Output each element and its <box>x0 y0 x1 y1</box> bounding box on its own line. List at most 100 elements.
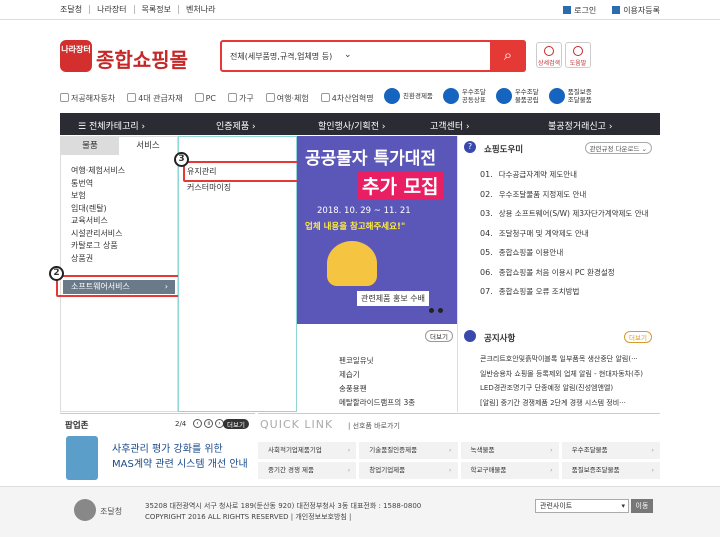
all-category-menu[interactable]: ☰ 전체카테고리 › <box>78 119 145 132</box>
quick-link-pc[interactable]: PC <box>194 93 216 104</box>
hamburger-icon: ☰ <box>78 122 87 132</box>
helper-list: 01. 다수공급자계약 제도안내 02. 우수조달물품 지정제도 안내 03. 상용 … <box>480 165 649 302</box>
logo-badge[interactable]: 나라장터 <box>60 40 92 72</box>
footer-logo-text: 조달청 <box>100 507 123 516</box>
footer: 조달청 35208 대전광역시 서구 청사로 189(둔산동 920) 대전정부… <box>0 486 720 537</box>
category-item[interactable]: 보험 <box>71 190 177 203</box>
excellent-goods-icon <box>495 88 512 104</box>
nav-certified[interactable]: 인증제품 › <box>216 119 256 132</box>
quick-link-materials[interactable]: 4대 관급자재 <box>127 93 183 104</box>
list-item[interactable]: 01. 다수공급자계약 제도안내 <box>480 165 649 185</box>
nav-customer-center[interactable]: 고객센터 › <box>430 119 470 132</box>
tab-goods[interactable]: 물품 <box>61 137 119 155</box>
category-item[interactable]: 상품권 <box>71 253 177 266</box>
list-item[interactable]: 메탈할라이드램프의 3종 <box>339 396 415 410</box>
help-button[interactable]: 도움말 <box>565 42 591 68</box>
top-link-catalog[interactable]: 목록정보 <box>133 5 178 14</box>
list-item[interactable]: 송풍용팬 <box>339 382 415 396</box>
search-category-select[interactable]: 전체(세부품명,규격,업체명 등) <box>230 51 332 62</box>
category-item[interactable]: 시설관리서비스 <box>71 228 177 241</box>
list-item[interactable]: LED경관조명기구 단종예정 알림(진성엠앤엘) <box>480 381 643 396</box>
list-item[interactable]: 펜코일유닛 <box>339 354 415 368</box>
list-item[interactable]: 07. 종합쇼핑몰 오류 조치방법 <box>480 282 649 302</box>
popup-text[interactable]: 사후관리 평가 강화를 위한 MAS계약 관련 시스템 개선 안내 <box>112 442 248 472</box>
travel-icon <box>265 93 275 102</box>
quick-link-4th-industry[interactable]: 4차산업혁명 <box>320 93 374 104</box>
category-item[interactable]: 교육서비스 <box>71 215 177 228</box>
category-item[interactable]: 여행·체험서비스 <box>71 165 177 178</box>
prev-icon[interactable]: ‹ <box>193 419 202 428</box>
cert-eco[interactable]: 친환경제품 <box>384 88 433 104</box>
list-item[interactable]: 03. 상용 소프트웨어(S/W) 제3자단가계약제도 안내 <box>480 204 649 224</box>
pause-icon[interactable]: ॥ <box>204 419 213 428</box>
category-tabs: 물품 서비스 <box>61 137 177 155</box>
quicklink-item[interactable]: 창업기업제품 <box>359 462 458 479</box>
promo-banner[interactable]: 공공물자 특가대전 추가 모집 2018. 10. 29 ~ 11. 21 업체… <box>297 136 457 324</box>
quicklink-item[interactable]: 중기간 경쟁 제품 <box>258 462 357 479</box>
quicklink-item[interactable]: 우수조달물품 <box>561 442 660 459</box>
quicklink-item[interactable]: 학교구매물품 <box>460 462 559 479</box>
popup-illustration[interactable] <box>66 436 98 480</box>
list-item[interactable]: 콘크리트호안및흙막이블록 일부품목 생산중단 알림(··· <box>480 352 643 367</box>
list-item[interactable]: [알림] 중기간 경쟁제품 2단계 경쟁 시스템 정비··· <box>480 396 643 411</box>
list-item[interactable]: 04. 조달청구매 및 계약제도 안내 <box>480 224 649 244</box>
banner-date: 2018. 10. 29 ~ 11. 21 <box>317 206 411 216</box>
category-item[interactable]: 임대(렌탈) <box>71 203 177 216</box>
quick-link-furniture[interactable]: 가구 <box>228 93 254 104</box>
list-item[interactable]: 06. 종합쇼핑몰 처음 이용시 PC 환경설정 <box>480 263 649 283</box>
category-list: 여행·체험서비스 통번역 보험 임대(렌탈) 교육서비스 시설관리서비스 카탈로… <box>61 155 177 265</box>
quicklink-item[interactable]: 품질보증조달물품 <box>561 462 660 479</box>
step-badge-3: 3 <box>174 152 189 167</box>
notice-more-button[interactable]: 더보기 <box>624 331 652 343</box>
submenu-customizing[interactable]: 커스터마이징 <box>187 182 231 193</box>
search-button[interactable]: ⌕ <box>490 40 526 72</box>
register-link[interactable]: 이용자등록 <box>612 5 660 16</box>
list-item[interactable]: 일반승용차 쇼핑몰 등록제외 업체 알림 - 현대자동차(주) <box>480 367 643 382</box>
featured-more-button[interactable]: 더보기 <box>425 330 453 342</box>
top-link-venture[interactable]: 벤처나라 <box>178 5 222 14</box>
related-sites-select[interactable]: 관련사이트 ▾ <box>535 499 629 513</box>
featured-list: 펜코일유닛 제습기 송풍용팬 메탈할라이드램프의 3종 <box>339 354 415 410</box>
login-link[interactable]: 로그인 <box>563 5 596 16</box>
regulation-download-dropdown[interactable]: 관련규정 다운로드 ⌄ <box>584 142 652 154</box>
list-item[interactable]: 05. 종합쇼핑몰 이용안내 <box>480 243 649 263</box>
main-nav: ☰ 전체카테고리 › 인증제품 › 할인행사/기획전 › 고객센터 › 불공정거… <box>60 113 660 135</box>
nav-unfair-report[interactable]: 불공정거래신고 › <box>548 119 612 132</box>
quick-link-lowemission[interactable]: 저공해자동차 <box>60 93 115 104</box>
highlight-box-3 <box>183 161 308 182</box>
industry-icon <box>320 93 330 102</box>
category-item[interactable]: 통번역 <box>71 178 177 191</box>
nav-sale[interactable]: 할인행사/기획전 › <box>318 119 385 132</box>
list-item[interactable]: 02. 우수조달물품 지정제도 안내 <box>480 185 649 205</box>
quicklink-item[interactable]: 녹색물품 <box>460 442 559 459</box>
step-badge-2: 2 <box>49 266 64 281</box>
logo-text[interactable]: 종합쇼핑몰 <box>96 44 188 73</box>
category-panel: 물품 서비스 여행·체험서비스 통번역 보험 임대(렌탈) 교육서비스 시설관리… <box>60 136 178 412</box>
chevron-down-icon[interactable]: ⌄ <box>344 50 352 60</box>
popup-more-button[interactable]: 더보기 <box>223 419 249 429</box>
cert-excellent-brand[interactable]: 우수조달 공동상표 <box>442 88 486 104</box>
magnifier-icon <box>544 46 554 56</box>
search-icon: ⌕ <box>503 46 513 64</box>
detail-search-button[interactable]: 상세검색 <box>536 42 562 68</box>
list-item[interactable]: 제습기 <box>339 368 415 382</box>
pager-dot[interactable] <box>429 308 434 313</box>
helper-title: 쇼핑도우미 <box>484 145 524 155</box>
quicklink-item[interactable]: 사회적기업제품기업 <box>258 442 357 459</box>
quicklink-subtitle: | 선호품 바로가기 <box>348 422 400 430</box>
top-link-pps[interactable]: 조달청 <box>60 5 89 14</box>
highlight-box-2 <box>56 275 182 297</box>
question-icon <box>573 46 583 56</box>
user-icon <box>612 6 621 14</box>
cert-quality[interactable]: 품질보증 조달물품 <box>548 88 592 104</box>
quick-link-travel[interactable]: 여행·체험 <box>265 93 309 104</box>
quicklink-item[interactable]: 기술품질인증제품 <box>359 442 458 459</box>
footer-address: 35208 대전광역시 서구 청사로 189(둔산동 920) 대전정부청사 3… <box>145 502 422 521</box>
category-item[interactable]: 카탈로그 상품 <box>71 240 177 253</box>
pager-dot[interactable] <box>438 308 443 313</box>
top-link-naramarket[interactable]: 나라장터 <box>89 5 133 14</box>
cert-excellent-goods[interactable]: 우수조달 물품공립 <box>495 88 539 104</box>
go-button[interactable]: 이동 <box>631 499 653 513</box>
tab-service[interactable]: 서비스 <box>119 137 177 155</box>
question-icon: ? <box>464 141 476 153</box>
